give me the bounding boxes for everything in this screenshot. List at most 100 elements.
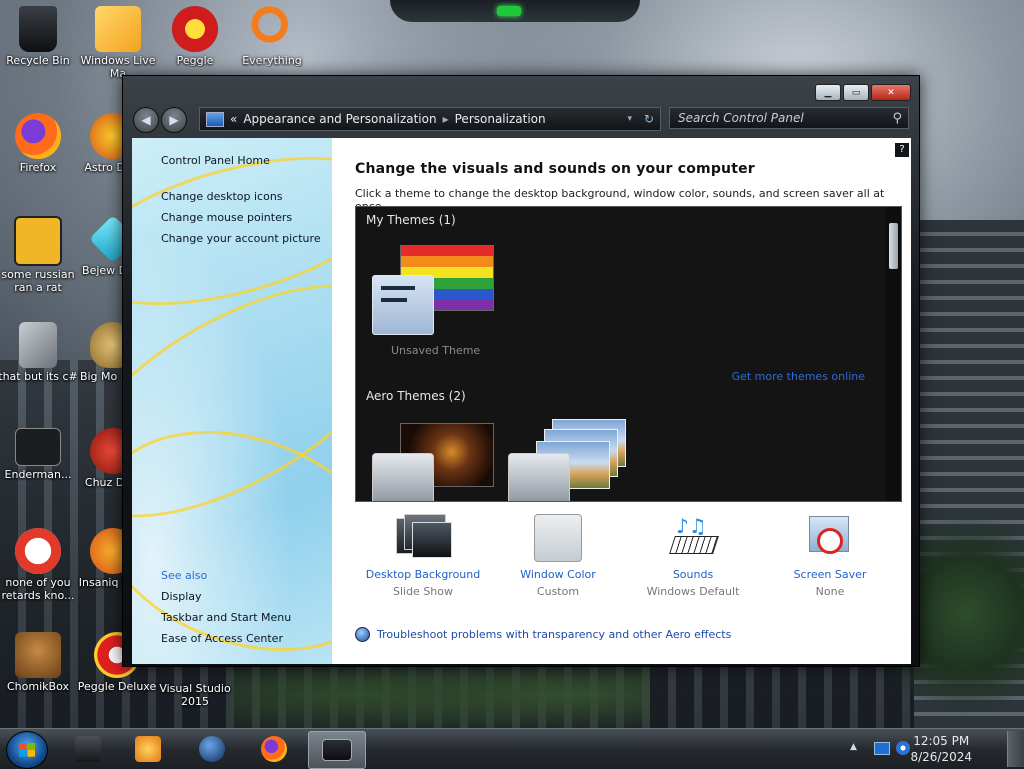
screen-saver-label[interactable]: Screen Saver [760, 568, 900, 581]
taskbar-app-control-panel[interactable] [308, 731, 366, 769]
clock-date: 8/26/2024 [910, 750, 972, 764]
theme-aero-1[interactable] [370, 419, 500, 501]
clock-time: 12:05 PM [913, 734, 970, 748]
address-dropdown-icon[interactable]: ▾ [627, 114, 632, 124]
desktop-icon-label: Recycle Bin [6, 54, 70, 67]
window-color-label[interactable]: Window Color [488, 568, 628, 581]
desktop-icon-label: Visual Studio 2015 [159, 682, 231, 708]
firefox-icon [15, 113, 61, 159]
theme-list-scrollbar[interactable] [885, 207, 901, 501]
taskbar: ▲ 12:05 PM 8/26/2024 [0, 728, 1024, 769]
system-tray: ▲ 12:05 PM 8/26/2024 [844, 729, 1024, 769]
dragon-icon [15, 528, 61, 574]
start-button[interactable] [6, 731, 48, 769]
back-button[interactable]: ◀ [133, 107, 159, 133]
taskbar-app-media-player[interactable] [120, 731, 176, 767]
desktop-icon-label: that but its c# [0, 370, 78, 383]
desktop-icon-peggle[interactable]: Peggle [154, 6, 236, 67]
desktop-icon-chomikbox[interactable]: ChomikBox [0, 632, 79, 693]
maximize-button[interactable]: ▭ [843, 84, 869, 101]
option-window-color[interactable]: Window Color Custom [488, 512, 628, 598]
desktop-icon-label: Peggle [176, 54, 214, 67]
theme-glass-swatch [508, 453, 570, 501]
troubleshoot-link[interactable]: Troubleshoot problems with transparency … [355, 627, 731, 642]
desktop-background-label[interactable]: Desktop Background [353, 568, 493, 581]
explorer-icon [75, 736, 101, 762]
volume-icon[interactable] [896, 741, 910, 755]
task-pane: Control Panel Home Change desktop icons … [132, 138, 332, 664]
breadcrumb-personalization[interactable]: Personalization [455, 112, 546, 126]
swatch-bar [381, 286, 415, 290]
sidebar-link-taskbar-start-menu[interactable]: Taskbar and Start Menu [161, 611, 291, 624]
see-also-heading: See also [161, 569, 208, 582]
option-sounds[interactable]: ♪♫ Sounds Windows Default [623, 512, 763, 598]
desktop-icon-label: Enderman... [4, 468, 72, 481]
desktop-icon-retards[interactable]: none of you retards kno... [0, 528, 79, 602]
page-title: Change the visuals and sounds on your co… [355, 161, 755, 177]
screen-saver-value: None [815, 585, 845, 598]
forward-button[interactable]: ▶ [161, 107, 187, 133]
globe-icon [199, 736, 225, 762]
desktop-icon-label: Firefox [19, 161, 57, 174]
window-color-value: Custom [536, 585, 580, 598]
desktop-icon-that-but-its-csharp[interactable]: that but its c# [0, 322, 79, 383]
theme-unsaved[interactable] [368, 237, 498, 357]
desktop-icon-label: none of you retards kno... [1, 576, 75, 602]
desktop-icon-russian-rat[interactable]: some russian ran a rat [0, 216, 79, 294]
globe-icon [355, 627, 370, 642]
taskbar-app-globe[interactable] [184, 731, 240, 767]
sidebar-link-display[interactable]: Display [161, 590, 202, 603]
clock[interactable]: 12:05 PM 8/26/2024 [910, 733, 972, 765]
breadcrumb-appearance[interactable]: Appearance and Personalization [243, 112, 436, 126]
theme-list: My Themes (1) Unsaved Theme Get more the… [355, 206, 902, 502]
theme-aero-2[interactable] [506, 419, 636, 501]
address-bar[interactable]: « Appearance and Personalization ▸ Perso… [199, 107, 661, 131]
minimize-button[interactable]: ▁ [815, 84, 841, 101]
group-my-themes: My Themes (1) [366, 213, 456, 227]
help-icon[interactable]: ? [895, 143, 909, 157]
gadget-light [497, 6, 521, 16]
window-content: Control Panel Home Change desktop icons … [132, 138, 911, 664]
desktop-icon-windows-live-mail[interactable]: Windows Live Ma [77, 6, 159, 80]
theme-options: Desktop Background Slide Show Window Col… [355, 512, 900, 622]
enderman-icon [15, 428, 61, 466]
firefox-icon [261, 736, 287, 762]
search-icon[interactable]: ⚲ [892, 111, 902, 126]
troubleshoot-label[interactable]: Troubleshoot problems with transparency … [377, 628, 731, 641]
search-input[interactable]: Search Control Panel ⚲ [669, 107, 909, 129]
option-desktop-background[interactable]: Desktop Background Slide Show [353, 512, 493, 598]
tray-overflow-icon[interactable]: ▲ [850, 742, 857, 752]
sidebar-link-control-panel-home[interactable]: Control Panel Home [161, 154, 270, 167]
control-panel-icon [206, 111, 224, 127]
sidebar-link-desktop-icons[interactable]: Change desktop icons [161, 190, 283, 203]
desktop-icon-visual-studio-2015[interactable]: Visual Studio 2015 [155, 680, 235, 708]
get-more-themes-link[interactable]: Get more themes online [732, 370, 865, 383]
chomikbox-icon [15, 632, 61, 678]
sidebar-link-account-picture[interactable]: Change your account picture [161, 232, 321, 245]
network-icon[interactable] [874, 742, 890, 755]
desktop-icon-recycle-bin[interactable]: Recycle Bin [0, 6, 79, 67]
control-panel-icon [322, 739, 352, 761]
show-desktop-button[interactable] [1007, 731, 1024, 767]
sidebar-link-mouse-pointers[interactable]: Change mouse pointers [161, 211, 292, 224]
sounds-label[interactable]: Sounds [623, 568, 763, 581]
breadcrumb-separator[interactable]: ▸ [443, 112, 449, 126]
option-screen-saver[interactable]: Screen Saver None [760, 512, 900, 598]
swatch-bar [381, 298, 407, 302]
magnifier-icon [249, 6, 295, 52]
windows-stack-icon [19, 322, 57, 368]
desktop-icon-label: Everything [242, 54, 302, 67]
taskbar-app-explorer[interactable] [60, 731, 116, 767]
sounds-value: Windows Default [646, 585, 740, 598]
refresh-icon[interactable]: ↻ [644, 112, 654, 126]
close-button[interactable]: ✕ [871, 84, 911, 101]
theme-unsaved-label: Unsaved Theme [391, 344, 481, 357]
scrollbar-thumb[interactable] [889, 223, 898, 269]
taskbar-app-firefox[interactable] [246, 731, 302, 767]
desktop-icon-firefox[interactable]: Firefox [0, 113, 79, 174]
breadcrumb-root-separator: « [230, 112, 238, 126]
desktop-icon-everything[interactable]: Everything [231, 6, 313, 67]
desktop-icon-enderman[interactable]: Enderman... [0, 428, 79, 481]
sidebar-link-ease-of-access[interactable]: Ease of Access Center [161, 632, 283, 645]
sounds-icon: ♪♫ [666, 512, 720, 562]
